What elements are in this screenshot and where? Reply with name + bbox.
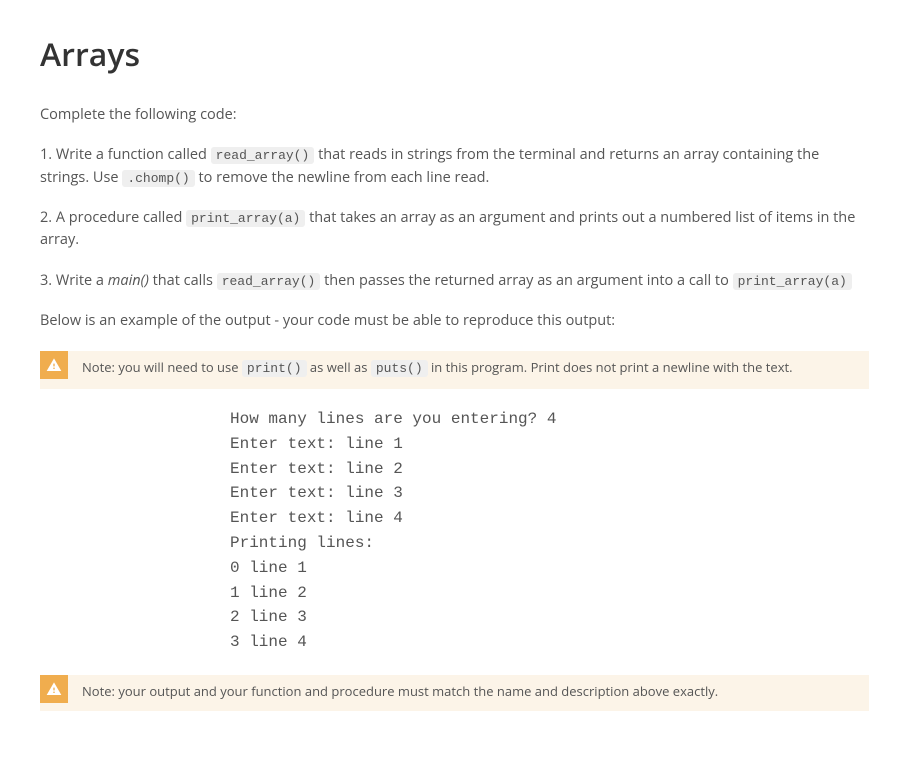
step3-prefix: 3. Write a [40,271,108,290]
intro-text: Complete the following code: [40,104,869,126]
code-print: print() [242,360,307,377]
note-box-2: Note: your output and your function and … [40,675,869,711]
code-read-array-2: read_array() [217,273,321,290]
warning-icon [40,351,68,379]
step3-mid2: then passes the returned array as an arg… [320,271,732,290]
step-3: 3. Write a main() that calls read_array(… [40,270,869,292]
example-output: How many lines are you entering? 4 Enter… [230,407,869,655]
code-read-array: read_array() [211,147,315,164]
step3-mid: that calls [149,271,217,290]
note-box-1: Note: you will need to use print() as we… [40,351,869,389]
code-print-array: print_array(a) [186,210,305,227]
step-1: 1. Write a function called read_array() … [40,144,869,189]
note2-text: Note: your output and your function and … [68,675,869,711]
step2-prefix: 2. A procedure called [40,208,186,227]
step1-prefix: 1. Write a function called [40,145,211,164]
code-print-array-2: print_array(a) [733,273,852,290]
note1-suffix: in this program. Print does not print a … [428,358,793,376]
step3-italic: main() [108,271,149,290]
note1-prefix: Note: you will need to use [82,358,242,376]
step-2: 2. A procedure called print_array(a) tha… [40,207,869,252]
note1-mid: as well as [307,358,371,376]
code-chomp: .chomp() [122,170,194,187]
page-heading: Arrays [40,30,869,80]
step1-suffix: to remove the newline from each line rea… [195,168,490,187]
below-text: Below is an example of the output - your… [40,310,869,332]
code-puts: puts() [371,360,428,377]
note1-text: Note: you will need to use print() as we… [68,351,869,389]
warning-icon [40,675,68,703]
